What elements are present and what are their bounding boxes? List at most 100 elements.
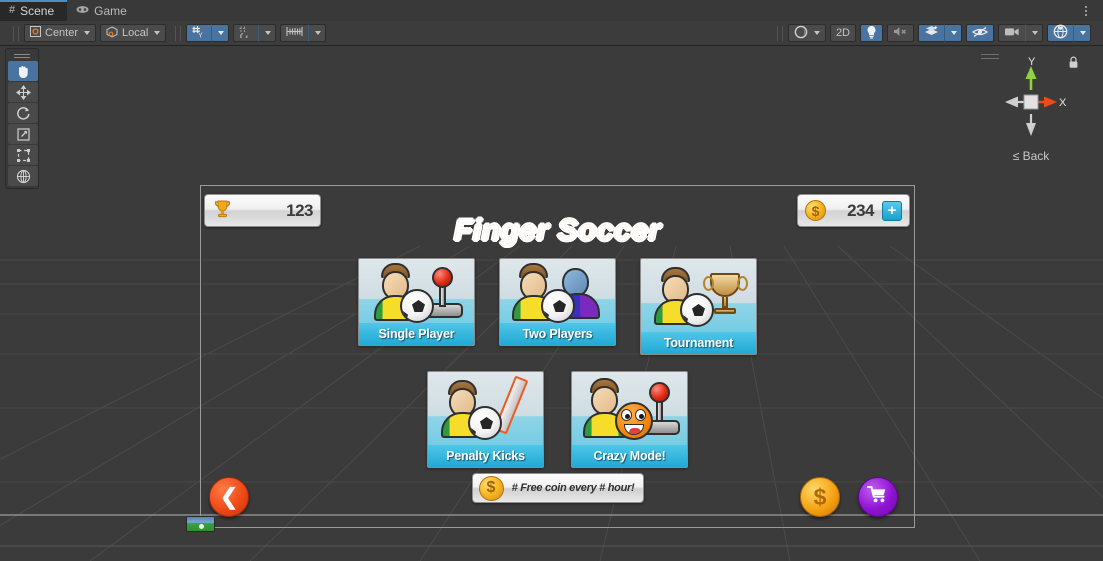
visibility-off-icon (971, 26, 989, 41)
single-player-button[interactable]: Single Player (358, 258, 475, 346)
shading-mode-dropdown[interactable] (787, 24, 826, 42)
back-button[interactable]: ❮ (209, 477, 249, 517)
toolbar-grip (13, 25, 19, 41)
magnet-snap-button[interactable] (233, 24, 259, 42)
move-tool[interactable] (8, 82, 38, 102)
scene-view-gizmo[interactable]: Y X ≤ Back (977, 50, 1085, 165)
tab-scene[interactable]: # Scene (0, 0, 68, 21)
two-d-toggle[interactable]: 2D (829, 24, 856, 42)
soccer-ball (400, 289, 434, 323)
scene-audio-toggle[interactable] (887, 24, 914, 42)
ruler-button[interactable] (280, 24, 309, 42)
tab-game-label: Game (94, 3, 127, 18)
scale-tool[interactable] (8, 124, 38, 144)
coin-button[interactable]: $ (800, 477, 840, 517)
svg-text:Y: Y (1028, 56, 1036, 68)
rotate-tool[interactable] (8, 103, 38, 123)
kebab-menu-icon[interactable] (1076, 0, 1096, 21)
trophy-handle-right (737, 276, 748, 291)
tab-game[interactable]: Game (67, 0, 140, 21)
crazy-mode-button[interactable]: Crazy Mode! (571, 371, 688, 468)
shading-mode-icon (794, 25, 808, 42)
pivot-mode-dropdown[interactable]: Center (24, 24, 97, 42)
local-space-icon (106, 25, 118, 41)
grid-snap-group: Y (186, 24, 230, 42)
soccer-field-sprite[interactable] (186, 516, 215, 532)
single-player-art (359, 259, 474, 325)
scale-icon (16, 127, 30, 141)
gizmos-button[interactable] (1047, 24, 1073, 42)
camera-icon (1004, 26, 1020, 40)
scene-fx-dropdown[interactable] (944, 24, 962, 42)
tournament-art (641, 259, 756, 334)
toolbar-grip-3 (776, 25, 783, 41)
scene-viewport[interactable]: Y X ≤ Back 123 $ 234 + Finger Soccer Sin… (0, 46, 1103, 561)
chevron-down-icon (84, 31, 91, 35)
transform-tool[interactable] (8, 166, 38, 186)
chevron-down-icon (951, 31, 957, 35)
game-ui-root: 123 $ 234 + Finger Soccer Single Player … (201, 186, 914, 527)
camera-group (998, 24, 1043, 42)
free-coin-text: # Free coin every # hour! (511, 482, 635, 494)
tool-palette (5, 48, 39, 189)
penalty-kicks-button[interactable]: Penalty Kicks (427, 371, 544, 468)
grid-snap-button[interactable]: Y (186, 24, 212, 42)
scene-camera-dropdown[interactable] (1025, 24, 1043, 42)
scene-toolbar: Center Local Y 2D (0, 21, 1103, 46)
free-coin-banner[interactable]: $ # Free coin every # hour! (471, 473, 644, 503)
scene-fx-button[interactable] (918, 24, 944, 42)
chevron-down-icon (1080, 31, 1086, 35)
gamepad-icon (76, 5, 89, 17)
move-icon (15, 84, 31, 100)
scene-camera-button[interactable] (998, 24, 1025, 42)
grid-icon: # (9, 4, 16, 16)
gizmo-handle (981, 54, 999, 62)
pivot-mode-label: Center (45, 27, 79, 39)
hand-tool[interactable] (8, 61, 38, 81)
smiley-eye-right (635, 409, 646, 421)
ruler-icon (286, 26, 303, 40)
soccer-ball (468, 406, 502, 440)
gizmos-icon (1053, 24, 1068, 42)
tab-scene-label: Scene (20, 3, 55, 18)
unity-editor-window: # Scene Game Center Local Y 2D Y X ≤ Bac… (0, 0, 1103, 561)
penalty-kicks-label: Penalty Kicks (428, 445, 543, 467)
chevron-down-icon (813, 31, 820, 35)
pivot-rotation-dropdown[interactable]: Local (100, 24, 167, 42)
rect-tool[interactable] (8, 145, 38, 165)
shop-button[interactable] (858, 477, 898, 517)
ruler-group (280, 24, 327, 42)
head-shape (591, 386, 618, 415)
gizmos-dropdown[interactable] (1073, 24, 1091, 42)
scene-visibility-toggle[interactable] (966, 24, 994, 42)
scene-lighting-toggle[interactable] (860, 24, 883, 42)
grid-snap-dropdown[interactable] (211, 24, 230, 42)
palette-drag-handle[interactable] (8, 51, 36, 60)
soccer-ball (541, 289, 575, 323)
trophy-stem (722, 297, 728, 308)
tournament-button[interactable]: Tournament (640, 258, 757, 355)
chevron-left-icon: ❮ (219, 484, 239, 509)
gizmo-persp-label[interactable]: ≤ Back (977, 149, 1085, 163)
game-title: Finger Soccer (201, 214, 914, 248)
tournament-label: Tournament (641, 332, 756, 354)
shopping-cart-icon (867, 484, 889, 510)
lock-icon[interactable] (1068, 56, 1079, 72)
menu-row-secondary: Penalty Kicks Crazy Mode! (201, 371, 914, 468)
pivot-rotation-label: Local (122, 27, 149, 39)
transform-icon (16, 169, 30, 183)
svg-text:X: X (1059, 97, 1067, 109)
rotate-icon (16, 106, 30, 120)
grid-snap-icon: Y (192, 25, 206, 41)
chevron-down-icon (1032, 31, 1038, 35)
ruler-dropdown[interactable] (308, 24, 327, 42)
coin-icon: $ (478, 475, 504, 501)
fx-group (918, 24, 962, 42)
chevron-down-icon (154, 31, 161, 35)
game-canvas[interactable]: 123 $ 234 + Finger Soccer Single Player … (200, 185, 915, 528)
joystick-knob (649, 382, 670, 403)
trophy-cup (710, 273, 740, 297)
magnet-snap-dropdown[interactable] (258, 24, 277, 42)
chevron-down-icon (265, 31, 272, 35)
two-players-button[interactable]: Two Players (499, 258, 616, 346)
